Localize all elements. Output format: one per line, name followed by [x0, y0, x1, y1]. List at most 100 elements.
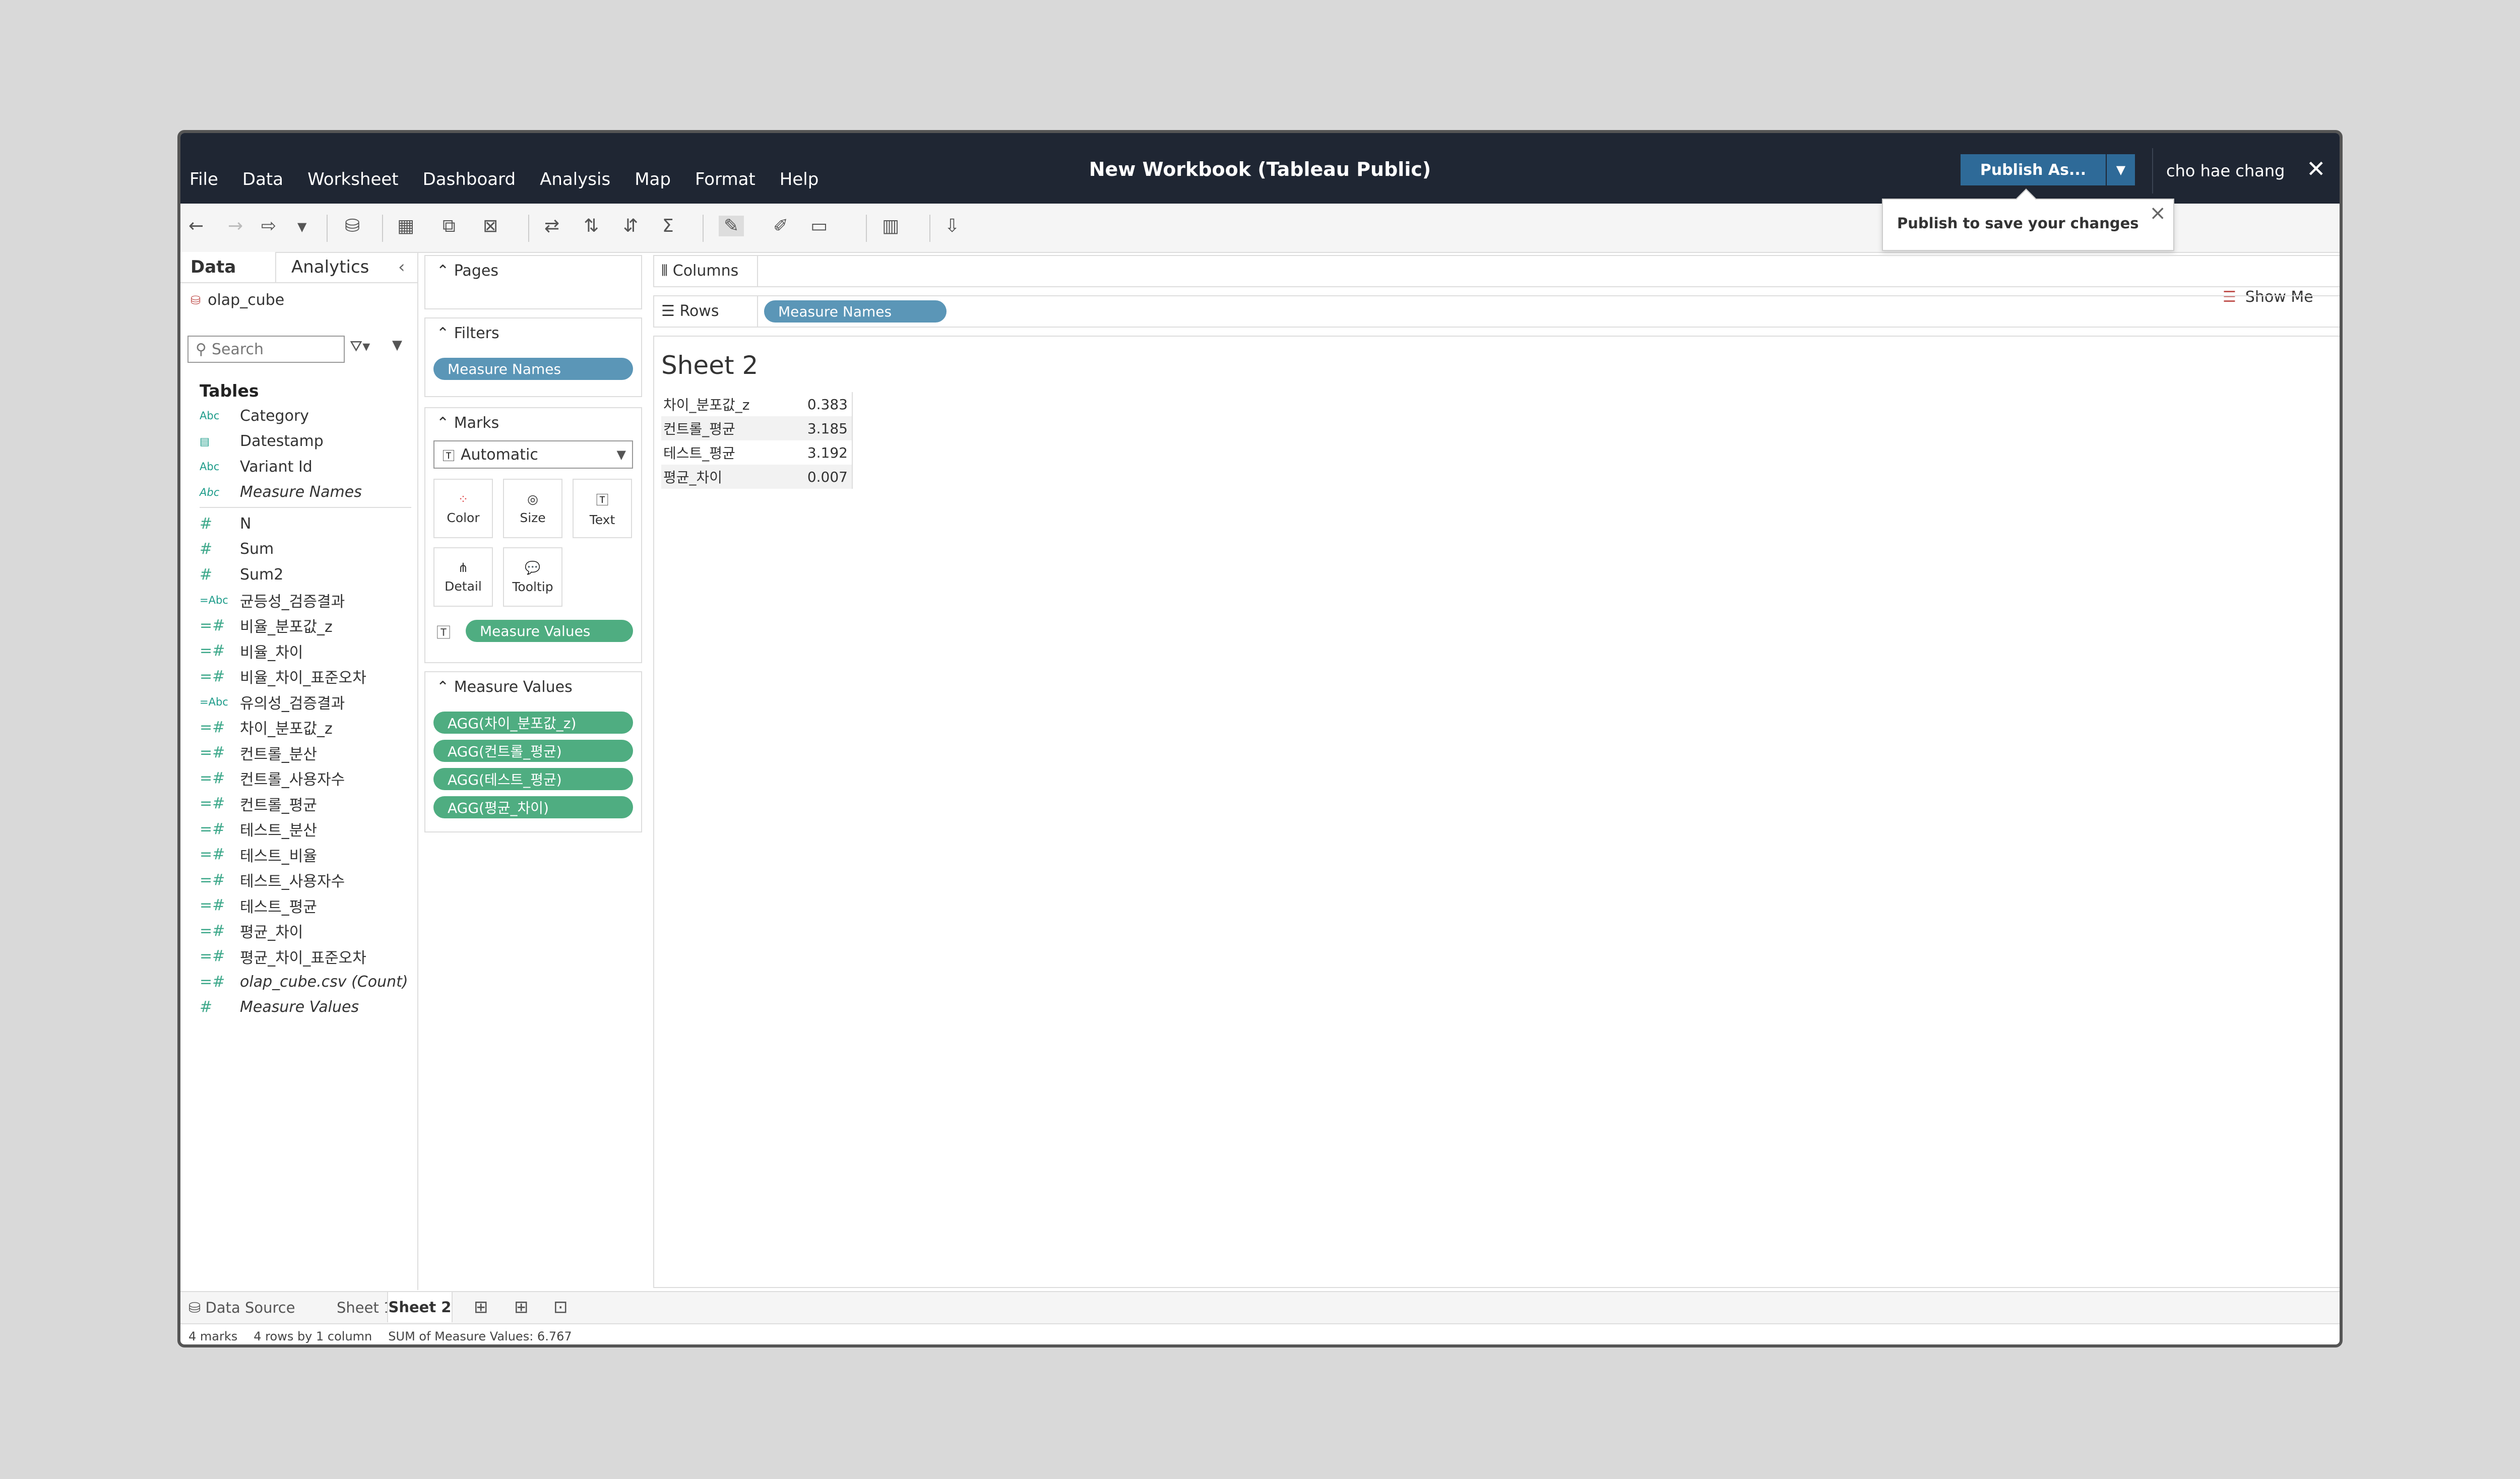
field-item[interactable]: # N	[200, 511, 411, 537]
field-item[interactable]: =# 테스트_평균	[200, 893, 411, 919]
text-label: Text	[589, 512, 615, 527]
row-value: 3.192	[807, 444, 848, 461]
fit-icon[interactable]: ▭	[810, 216, 828, 236]
filters-header[interactable]: ⌃ Filters	[436, 325, 499, 342]
show-labels-icon[interactable]: ▥	[882, 216, 899, 236]
close-icon[interactable]: ✕	[2306, 155, 2326, 182]
field-item[interactable]: # Sum2	[200, 562, 411, 588]
field-item[interactable]: Abc Measure Names	[200, 480, 411, 505]
field-item[interactable]: # Measure Values	[200, 995, 411, 1020]
clear-sheet-icon[interactable]: ⊠	[483, 216, 498, 236]
field-item[interactable]: =# 비율_분포값_z	[200, 613, 411, 638]
marks-header[interactable]: ⌃ Marks	[436, 414, 499, 432]
field-item[interactable]: =# 컨트롤_분산	[200, 740, 411, 766]
filter-pill-measure-names[interactable]: Measure Names	[433, 358, 633, 380]
rows-label: Rows	[679, 302, 719, 320]
field-item[interactable]: Abc Variant Id	[200, 454, 411, 480]
chevron-down-icon: ▼	[2116, 163, 2126, 177]
field-item[interactable]: =# 비율_차이_표준오차	[200, 664, 411, 689]
color-button[interactable]: ⁘ Color	[433, 479, 493, 538]
data-pane: Data Analytics ‹ ⛁ olap_cube ⚲ Search ⛛▾…	[180, 252, 418, 1290]
annotate-icon[interactable]: ✐	[773, 216, 788, 236]
field-item[interactable]: Abc Category	[200, 403, 411, 429]
replay-icon[interactable]: ⇨	[261, 216, 276, 236]
new-worksheet-icon[interactable]: ⊞	[474, 1297, 488, 1317]
measure-value-pill[interactable]: AGG(컨트롤_평균)	[433, 740, 633, 762]
pages-header[interactable]: ⌃ Pages	[436, 262, 498, 280]
status-bar: 4 marks 4 rows by 1 column SUM of Measur…	[180, 1323, 2340, 1344]
field-item[interactable]: =Abc 유의성_검증결과	[200, 689, 411, 715]
detail-button[interactable]: ⋔ Detail	[433, 547, 493, 607]
new-dashboard-icon[interactable]: ⊞	[514, 1297, 529, 1317]
field-item[interactable]: =# 평균_차이	[200, 918, 411, 944]
field-label: 컨트롤_사용자수	[240, 771, 345, 789]
field-label: Measure Names	[240, 483, 362, 501]
table-row[interactable]: 평균_차이 0.007	[661, 465, 852, 489]
field-item[interactable]: =# 테스트_분산	[200, 816, 411, 842]
sheet-tab-1[interactable]: Sheet 1	[337, 1299, 393, 1316]
divider	[757, 296, 758, 327]
field-item[interactable]: # Sum	[200, 537, 411, 562]
row-value: 0.007	[807, 468, 848, 485]
field-item[interactable]: =# 평균_차이_표준오차	[200, 944, 411, 970]
tooltip-label: Tooltip	[512, 579, 553, 594]
field-label: 테스트_평균	[240, 898, 317, 916]
field-item[interactable]: =# 테스트_사용자수	[200, 867, 411, 893]
size-button[interactable]: ◎ Size	[503, 479, 562, 538]
field-label: Sum	[240, 540, 274, 558]
data-source-item[interactable]: ⛁ olap_cube	[191, 291, 284, 309]
new-story-icon[interactable]: ⊡	[553, 1297, 568, 1317]
chevron-down-icon[interactable]: ▼	[392, 338, 402, 353]
field-item[interactable]: =# 컨트롤_사용자수	[200, 765, 411, 791]
mark-type-select[interactable]: 🅃 Automatic ▼	[433, 440, 633, 469]
worksheet-view[interactable]: Sheet 2 차이_분포값_z 0.383 컨트롤_평균 3.185 테스트_평균…	[653, 336, 2340, 1288]
measure-value-pill[interactable]: AGG(차이_분포값_z)	[433, 712, 633, 734]
field-item[interactable]: =# olap_cube.csv (Count)	[200, 969, 411, 995]
presentation-icon[interactable]: ⇩	[944, 216, 960, 236]
tab-analytics[interactable]: Analytics	[291, 257, 369, 277]
measure-value-pill[interactable]: AGG(테스트_평균)	[433, 768, 633, 790]
columns-shelf[interactable]: ⦀ Columns	[653, 255, 2340, 287]
highlight-icon[interactable]: ✎	[719, 216, 744, 236]
field-item[interactable]: =Abc 균등성_검증결과	[200, 588, 411, 613]
measure-value-pill[interactable]: AGG(평균_차이)	[433, 796, 633, 818]
tab-data[interactable]: Data	[191, 257, 236, 277]
divider	[866, 215, 867, 242]
duplicate-sheet-icon[interactable]: ⧉	[443, 216, 456, 237]
field-item[interactable]: =# 비율_차이	[200, 638, 411, 664]
close-icon[interactable]: ×	[2149, 202, 2166, 225]
new-worksheet-icon[interactable]: ▦	[397, 216, 414, 236]
marks-pill-measure-values[interactable]: Measure Values	[466, 620, 633, 642]
swap-rows-columns-icon[interactable]: ⇄	[544, 216, 559, 236]
table-row[interactable]: 차이_분포값_z 0.383	[661, 392, 852, 416]
table-row[interactable]: 테스트_평균 3.192	[661, 440, 852, 465]
field-item[interactable]: =# 테스트_비율	[200, 842, 411, 868]
redo-icon[interactable]: →	[228, 216, 243, 236]
data-source-tab[interactable]: ⛁ Data Source	[188, 1299, 295, 1316]
field-item[interactable]: ▤ Datestamp	[200, 429, 411, 455]
table-row[interactable]: 컨트롤_평균 3.185	[661, 416, 852, 440]
field-item[interactable]: =# 컨트롤_평균	[200, 791, 411, 817]
rows-pill-measure-names[interactable]: Measure Names	[764, 300, 947, 323]
calc-number-type-icon: =#	[200, 846, 225, 864]
sheet-tab-2[interactable]: Sheet 2	[387, 1292, 453, 1322]
search-input[interactable]: ⚲ Search	[187, 336, 345, 363]
rows-shelf[interactable]: ☰ Rows Measure Names	[653, 295, 2340, 328]
totals-icon[interactable]: Σ	[662, 216, 674, 236]
publish-dropdown-button[interactable]: ▼	[2107, 154, 2135, 185]
field-item[interactable]: =# 차이_분포값_z	[200, 715, 411, 740]
sort-ascending-icon[interactable]: ⇅	[584, 216, 599, 236]
new-data-source-icon[interactable]: ⛁	[345, 216, 360, 236]
collapse-pane-icon[interactable]: ‹	[398, 257, 405, 277]
field-label: 유의성_검증결과	[240, 694, 345, 713]
publish-as-button[interactable]: Publish As...	[1961, 154, 2106, 185]
tooltip-button[interactable]: 💬 Tooltip	[503, 547, 562, 607]
undo-icon[interactable]: ←	[188, 216, 204, 236]
sheet-tab-bar: ⛁ Data Source Sheet 1 Sheet 2 ⊞ ⊞ ⊡	[180, 1291, 2340, 1323]
replay-dropdown-icon[interactable]: ▼	[297, 220, 306, 234]
sort-descending-icon[interactable]: ⇵	[623, 216, 638, 236]
text-button[interactable]: 🅃 Text	[573, 479, 632, 538]
user-name[interactable]: cho hae chang	[2166, 161, 2285, 180]
measure-values-header[interactable]: ⌃ Measure Values	[436, 678, 573, 696]
filter-icon[interactable]: ⛛▾	[350, 338, 370, 355]
